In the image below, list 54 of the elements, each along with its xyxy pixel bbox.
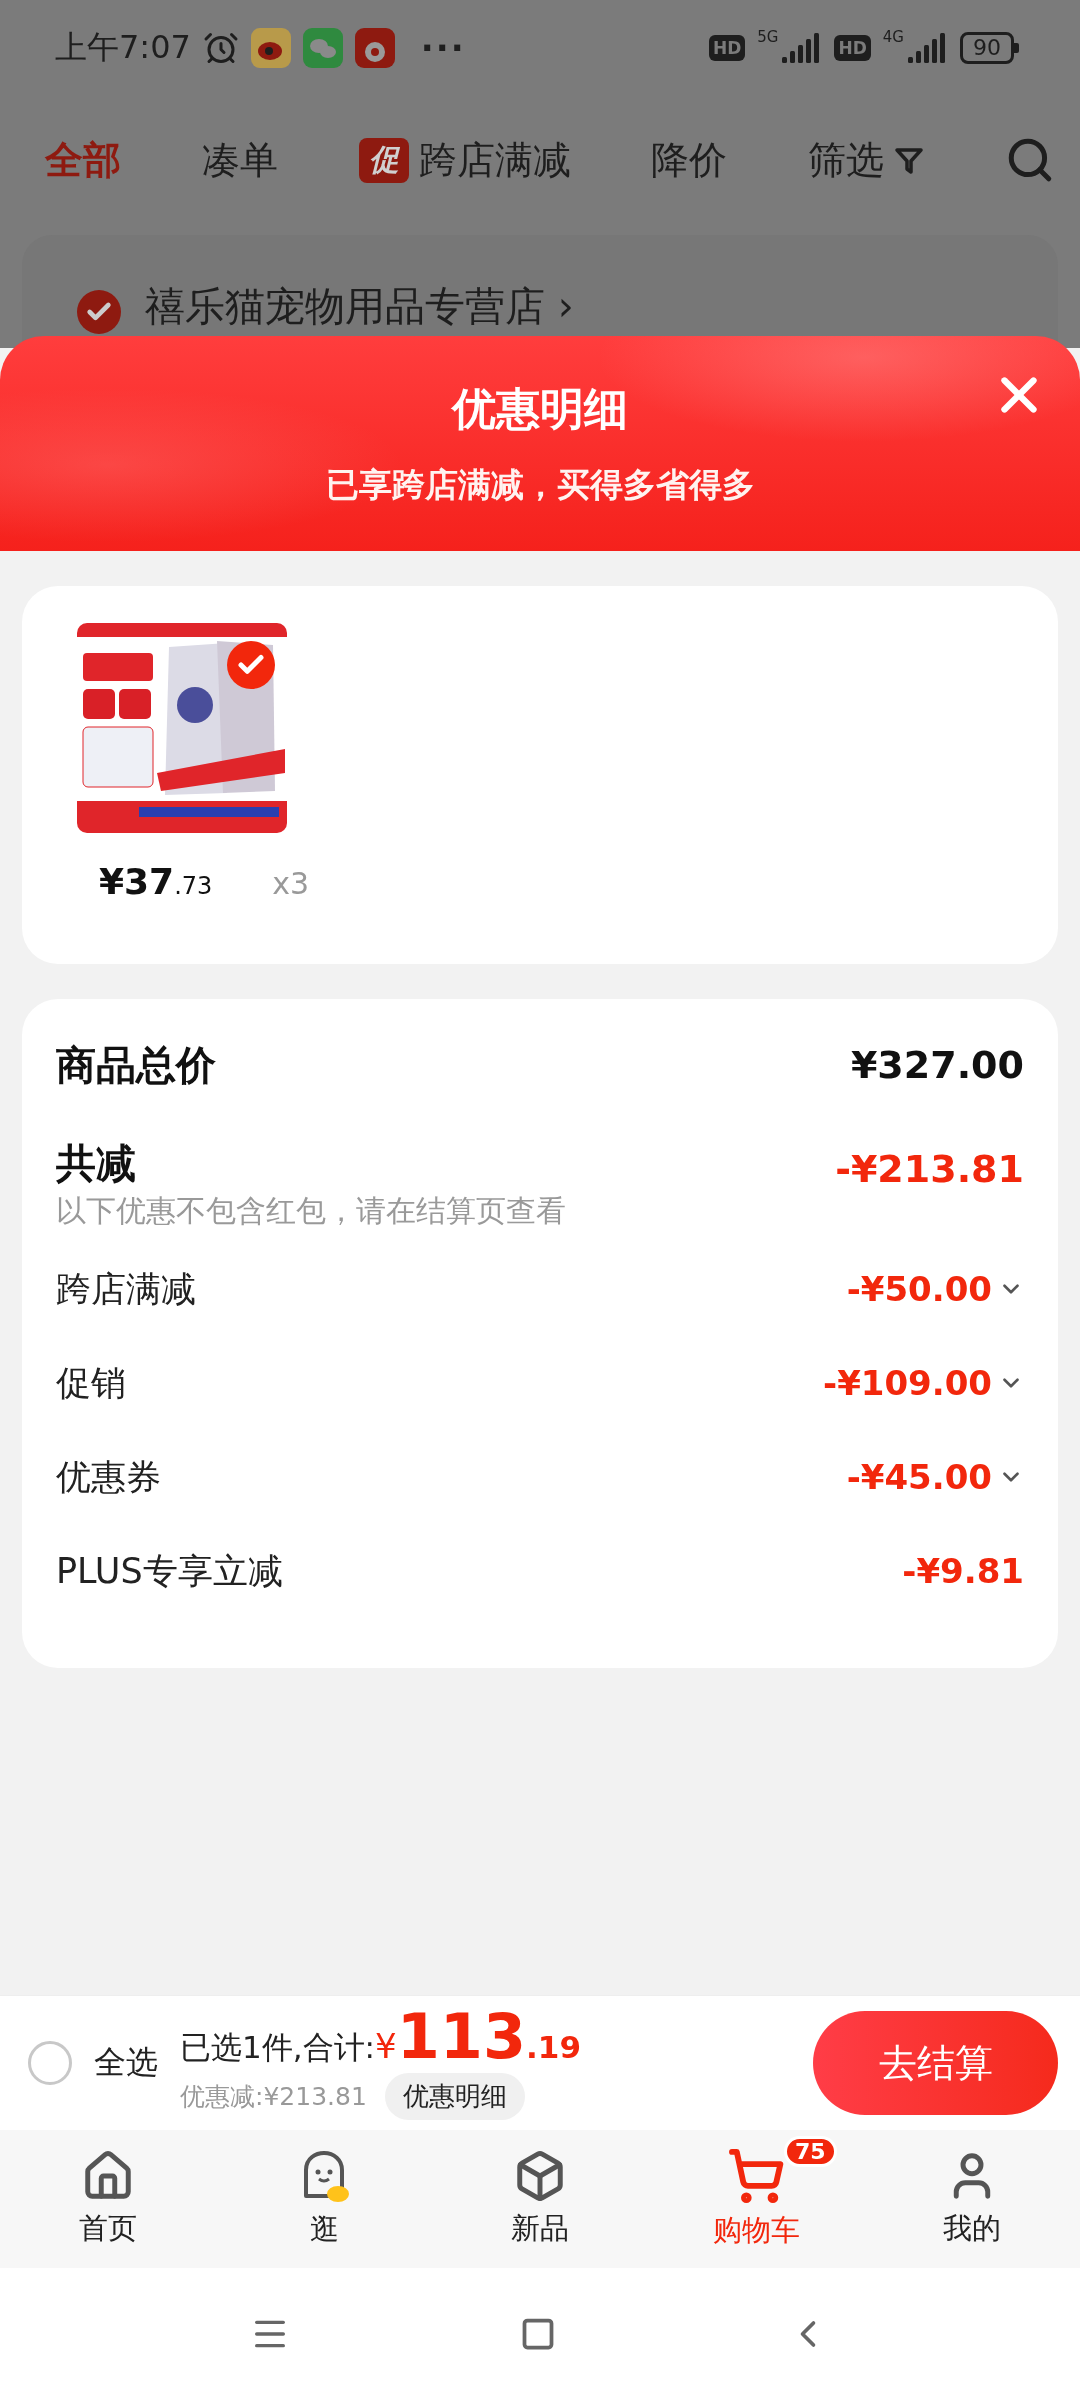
discount-value[interactable]: -¥45.00 <box>846 1457 1024 1497</box>
total-amount: 113 <box>396 2006 527 2068</box>
filter-tab[interactable]: 筛选 <box>808 134 925 186</box>
promo-badge: 促 <box>358 137 409 183</box>
discount-total: 优惠减:¥213.81 <box>180 2081 367 2113</box>
currency-symbol: ¥ <box>375 2026 397 2066</box>
reduction-label: 共减 <box>56 1139 136 1188</box>
app-notification-icon <box>250 27 291 68</box>
discount-value[interactable]: -¥109.00 <box>823 1363 1024 1403</box>
discount-label: 跨店满减 <box>56 1267 196 1311</box>
app-notification-icon <box>354 27 395 68</box>
battery-indicator: 90 <box>960 31 1019 64</box>
filter-tab[interactable]: 凑单 <box>201 134 278 186</box>
sheet-title: 优惠明细 <box>452 381 628 436</box>
filter-icon <box>894 145 925 175</box>
discount-label: 优惠券 <box>56 1455 161 1499</box>
store-checkbox[interactable] <box>77 290 121 334</box>
filter-tab[interactable]: 全部 <box>45 134 121 186</box>
select-all-checkbox[interactable] <box>28 2041 72 2085</box>
nav-tab[interactable]: 我的 <box>864 2130 1080 2268</box>
total-decimal: .19 <box>526 2029 581 2065</box>
checkout-button[interactable]: 去结算 <box>813 2011 1058 2115</box>
nav-tab[interactable]: 逛 <box>216 2130 432 2268</box>
product-quantity: x3 <box>272 866 310 901</box>
cart-count-badge: 75 <box>784 2136 837 2167</box>
filter-tab[interactable]: 降价 <box>651 134 728 186</box>
signal-icon <box>908 32 948 63</box>
discount-value[interactable]: -¥50.00 <box>846 1269 1024 1309</box>
network-type: 5G <box>757 28 779 46</box>
reduction-value: -¥213.81 <box>835 1147 1024 1191</box>
product-price: ¥37.73 <box>99 861 213 902</box>
hd-badge: HD <box>834 34 871 61</box>
hd-badge: HD <box>708 34 746 61</box>
discount-note: 以下优惠不包含红包，请在结算页查看 <box>56 1192 567 1230</box>
discount-value: -¥9.81 <box>902 1551 1024 1591</box>
total-label: 商品总价 <box>56 1040 216 1090</box>
discount-label: 促销 <box>56 1361 126 1405</box>
more-notifications-icon: ··· <box>420 27 466 68</box>
nav-tab[interactable]: 新品 <box>432 2130 648 2268</box>
nav-tab[interactable]: 购物车 75 <box>648 2130 864 2268</box>
network-type: 4G <box>882 28 904 46</box>
discount-label: PLUS专享立减 <box>56 1549 283 1593</box>
nav-tab[interactable]: 首页 <box>0 2130 216 2268</box>
home-square-icon[interactable] <box>520 2316 556 2352</box>
status-time: 上午7:07 <box>55 26 191 68</box>
total-value: ¥327.00 <box>850 1043 1024 1087</box>
discount-detail-button[interactable]: 优惠明细 <box>384 2073 525 2120</box>
sheet-subtitle: 已享跨店满减，买得多省得多 <box>325 463 755 506</box>
app-notification-icon <box>302 27 343 68</box>
cart-icon <box>727 2147 785 2205</box>
filter-tab[interactable]: 促 跨店满减 <box>358 134 571 186</box>
select-all-label[interactable]: 全选 <box>94 2041 158 2085</box>
store-name[interactable]: 禧乐猫宠物用品专营店 › <box>145 279 574 334</box>
selected-summary: 已选1件,合计: <box>180 2028 376 2067</box>
